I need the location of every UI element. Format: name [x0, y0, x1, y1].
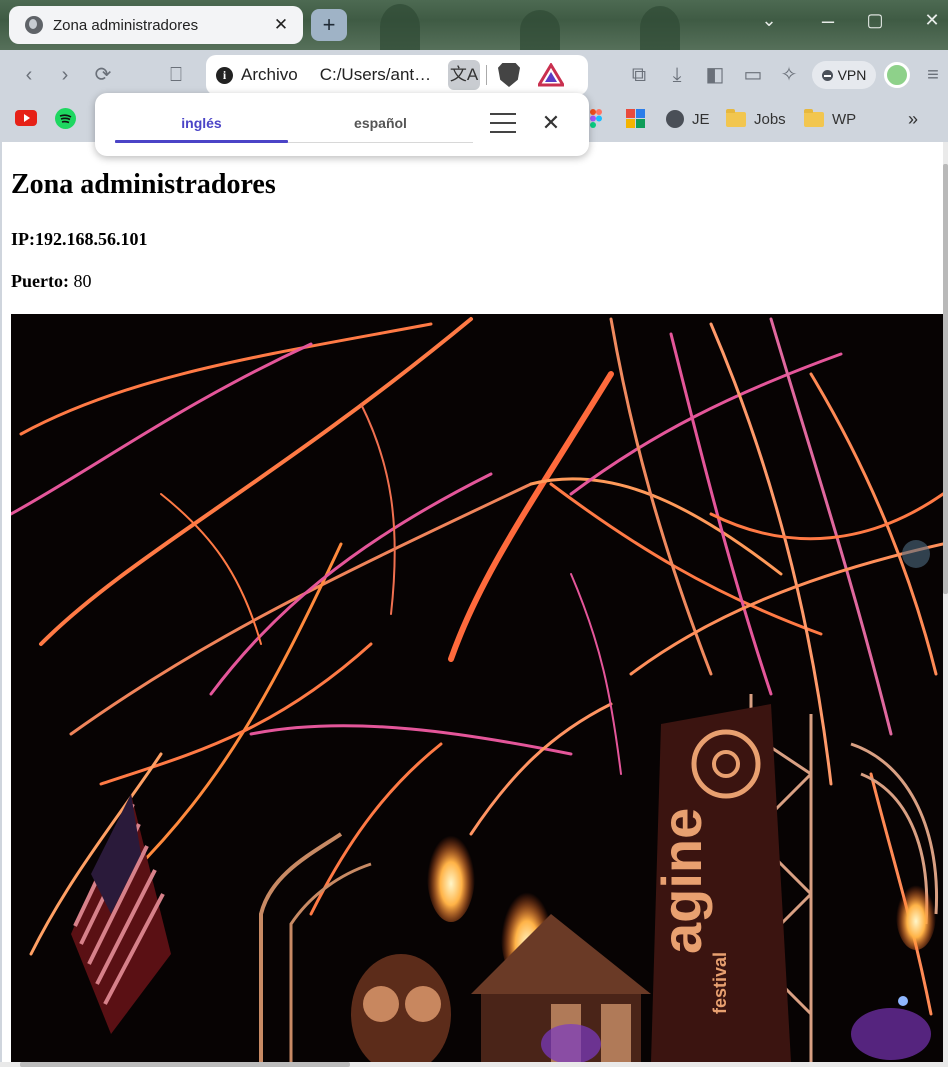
- bookmark-label: Jobs: [754, 110, 786, 128]
- svg-text:festival: festival: [710, 952, 730, 1014]
- forward-icon[interactable]: ›: [52, 62, 78, 88]
- bookmark-label: JE: [692, 110, 710, 128]
- address-divider: [486, 65, 487, 85]
- festival-photo: agine festival: [11, 314, 943, 1062]
- site-info-icon[interactable]: i: [216, 66, 233, 84]
- background-decoration: [380, 4, 420, 50]
- bookmark-jobs[interactable]: Jobs: [726, 108, 786, 130]
- tab-target-language[interactable]: español: [288, 115, 473, 131]
- wallet-icon[interactable]: ▭: [740, 62, 766, 88]
- minimize-button[interactable]: –: [813, 8, 843, 34]
- page-title: Zona administradores: [11, 169, 276, 200]
- address-url[interactable]: C:/Users/ant…: [320, 65, 432, 85]
- folder-icon: [726, 108, 746, 127]
- reload-icon[interactable]: ⟳: [90, 62, 116, 88]
- translate-close-icon[interactable]: ✕: [539, 110, 563, 136]
- vertical-scrollbar-thumb[interactable]: [943, 164, 948, 594]
- leo-ai-icon[interactable]: ✧: [776, 62, 802, 88]
- brave-rewards-icon[interactable]: [538, 63, 564, 87]
- sidebar-icon[interactable]: ◧: [702, 62, 728, 88]
- title-bar: Zona administradores ✕ + ⌄ – ▢ ✕: [0, 0, 948, 50]
- folder-icon: [804, 108, 824, 127]
- address-scheme-label: Archivo: [241, 65, 298, 84]
- bookmark-je[interactable]: JE: [666, 108, 710, 130]
- download-icon[interactable]: ⤓: [664, 62, 690, 88]
- spotify-icon[interactable]: [55, 108, 76, 129]
- close-tab-icon[interactable]: ✕: [271, 15, 291, 35]
- brave-shields-icon[interactable]: [498, 63, 520, 87]
- vertical-scrollbar[interactable]: [943, 142, 948, 1062]
- browser-tab-active[interactable]: Zona administradores ✕: [9, 6, 303, 44]
- menu-icon[interactable]: ≡: [920, 62, 946, 88]
- port-label: Puerto:: [11, 271, 69, 291]
- vpn-label: VPN: [837, 67, 867, 83]
- translate-options-menu-icon[interactable]: [490, 113, 516, 135]
- tab-source-language[interactable]: inglés: [115, 115, 288, 131]
- bookmark-wp[interactable]: WP: [804, 108, 856, 130]
- svg-text:agine: agine: [650, 808, 713, 954]
- profile-avatar[interactable]: [884, 62, 910, 88]
- bookmark-icon[interactable]: ⎕: [163, 62, 189, 88]
- bookmark-label: WP: [832, 110, 857, 128]
- horizontal-scrollbar-thumb[interactable]: [20, 1062, 350, 1067]
- ip-address: IP:192.168.56.101: [11, 229, 148, 249]
- background-decoration: [640, 6, 680, 50]
- youtube-icon[interactable]: [15, 110, 37, 126]
- globe-icon: [25, 16, 43, 34]
- extensions-icon[interactable]: ⧉: [626, 62, 652, 88]
- close-window-button[interactable]: ✕: [917, 10, 947, 31]
- festival-photo-artwork: agine festival: [11, 314, 943, 1062]
- horizontal-scrollbar[interactable]: [0, 1062, 948, 1067]
- maximize-button[interactable]: ▢: [860, 10, 890, 31]
- figma-icon[interactable]: [590, 109, 602, 128]
- page-content: Zona administradores IP:192.168.56.101 P…: [2, 142, 943, 1062]
- back-icon[interactable]: ‹: [16, 62, 42, 88]
- bookmarks-overflow-button[interactable]: »: [908, 108, 918, 130]
- app-bookmark-icon[interactable]: [626, 109, 646, 128]
- translate-popup: inglés español ✕: [95, 93, 589, 156]
- vpn-status-icon: [821, 69, 833, 81]
- port-line: Puerto: 80: [11, 271, 91, 292]
- active-tab-indicator: [115, 140, 288, 143]
- translate-icon[interactable]: 文A: [448, 60, 480, 90]
- globe-icon: [666, 110, 684, 128]
- tab-search-icon[interactable]: ⌄: [754, 10, 784, 31]
- background-decoration: [520, 10, 560, 50]
- festival-banner: agine festival: [650, 704, 791, 1062]
- address-bar[interactable]: i Archivo C:/Users/ant… 文A: [206, 55, 588, 95]
- new-tab-button[interactable]: +: [311, 9, 347, 41]
- vpn-button[interactable]: VPN: [812, 61, 876, 89]
- port-value: 80: [73, 271, 92, 291]
- tab-title: Zona administradores: [53, 16, 199, 34]
